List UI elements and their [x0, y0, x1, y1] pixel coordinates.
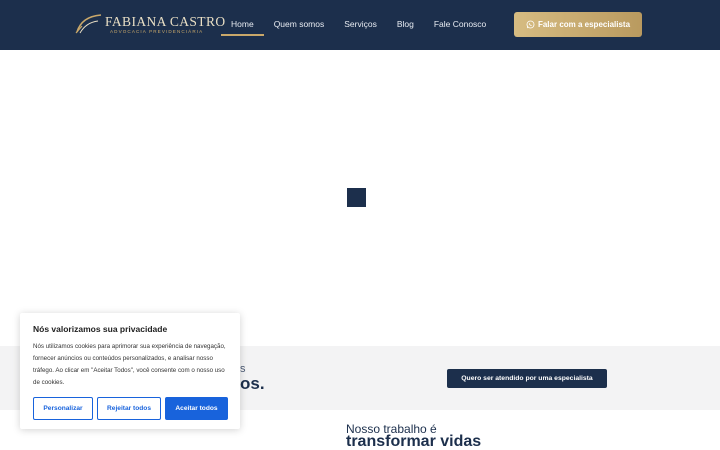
nav-item-blog[interactable]: Blog	[387, 0, 424, 50]
band-text-big: os.	[240, 374, 265, 393]
cookie-description: Nós utilizamos cookies para aprimorar su…	[33, 343, 226, 386]
cookie-consent-banner: Nós valorizamos sua privacidade Nós util…	[20, 313, 240, 429]
page: FABIANA CASTRO ADVOCACIA PREVIDENCIÁRIA …	[0, 0, 720, 450]
talk-to-specialist-button[interactable]: Falar com a especialista	[514, 12, 642, 37]
customize-button[interactable]: Personalizar	[33, 397, 93, 420]
cta-label: Falar com a especialista	[537, 20, 631, 29]
logo-name: FABIANA CASTRO	[105, 14, 226, 29]
section-title: transformar vidas	[346, 433, 482, 450]
cookie-buttons: Personalizar Rejeitar todos Aceitar todo…	[33, 397, 228, 420]
logo-swoosh-icon	[75, 14, 102, 34]
loading-indicator	[347, 188, 366, 207]
logo-tagline: ADVOCACIA PREVIDENCIÁRIA	[110, 29, 204, 34]
nav-item-quem-somos[interactable]: Quem somos	[264, 0, 335, 50]
cookie-title: Nós valorizamos sua privacidade	[33, 324, 168, 334]
reject-all-button[interactable]: Rejeitar todos	[97, 397, 161, 420]
whatsapp-icon	[526, 20, 535, 29]
accept-all-button[interactable]: Aceitar todos	[165, 397, 228, 420]
nav-item-fale-conosco[interactable]: Fale Conosco	[424, 0, 496, 50]
nav-item-servicos[interactable]: Serviços	[334, 0, 387, 50]
site-logo[interactable]: FABIANA CASTRO ADVOCACIA PREVIDENCIÁRIA	[74, 11, 225, 39]
main-nav: Home Quem somos Serviços Blog Fale Conos…	[221, 0, 496, 50]
request-specialist-button[interactable]: Quero ser atendido por uma especialista	[447, 369, 607, 388]
site-header: FABIANA CASTRO ADVOCACIA PREVIDENCIÁRIA …	[0, 0, 720, 50]
nav-item-home[interactable]: Home	[221, 0, 264, 50]
